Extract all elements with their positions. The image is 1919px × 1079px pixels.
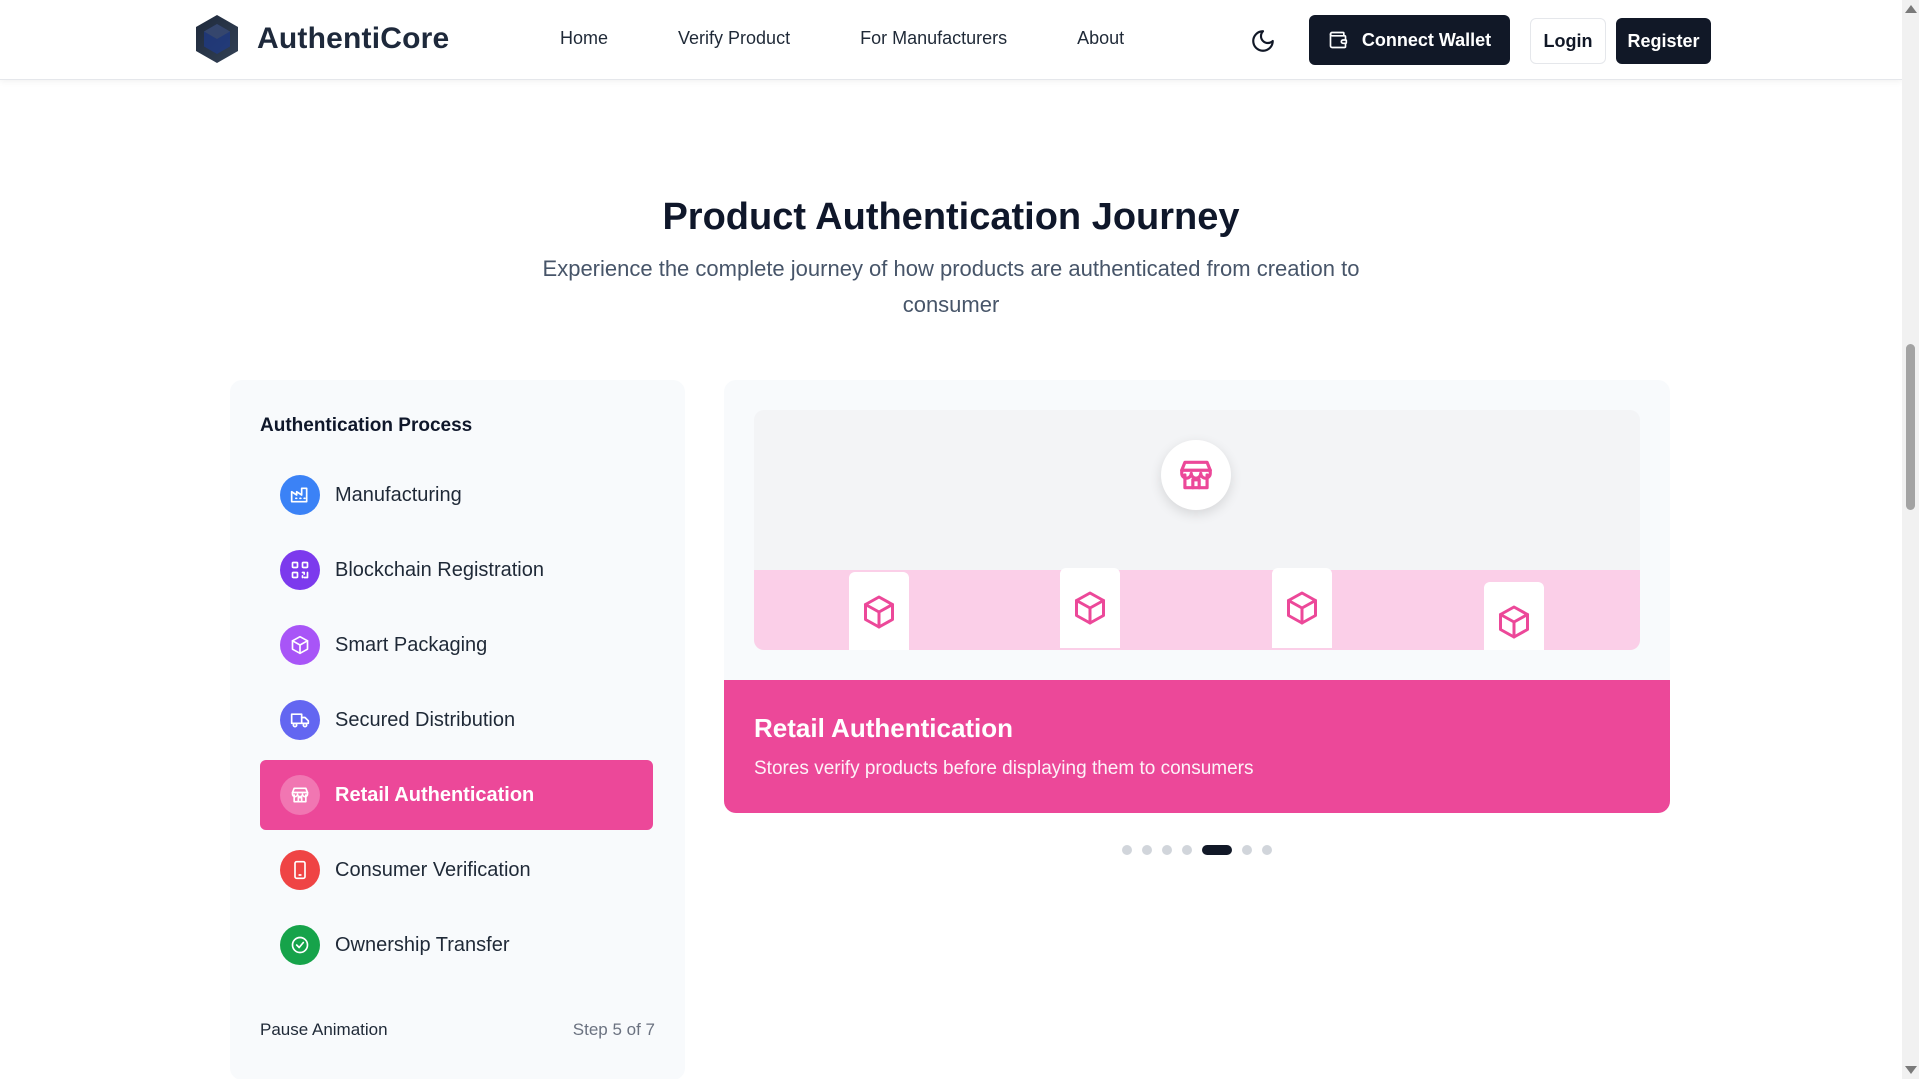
- qr-code-icon: [280, 550, 320, 590]
- scrollbar-thumb[interactable]: [1906, 344, 1915, 510]
- package-icon: [849, 572, 909, 650]
- page-subtitle: Experience the complete journey of how p…: [542, 256, 1360, 317]
- package-icon: [1060, 568, 1120, 648]
- step-list: Manufacturing Blockchain Registration Sm…: [260, 460, 653, 985]
- pause-animation-button[interactable]: Pause Animation: [260, 1020, 388, 1040]
- register-button[interactable]: Register: [1616, 18, 1711, 64]
- moon-icon[interactable]: [1250, 28, 1276, 54]
- main-nav: Home Verify Product For Manufacturers Ab…: [560, 28, 1124, 49]
- connect-wallet-button[interactable]: Connect Wallet: [1309, 15, 1510, 65]
- step-consumer-verification[interactable]: Consumer Verification: [260, 835, 653, 905]
- step-detail-description: Stores verify products before displaying…: [754, 758, 1254, 779]
- step-counter: Step 5 of 7: [572, 1020, 655, 1039]
- carousel-dot[interactable]: [1142, 845, 1152, 855]
- package-icon: [280, 625, 320, 665]
- site-header: AuthentiCore Home Verify Product For Man…: [0, 0, 1902, 80]
- carousel-dot[interactable]: [1122, 845, 1132, 855]
- step-label: Manufacturing: [335, 483, 462, 506]
- page-scrollbar[interactable]: [1902, 0, 1919, 1079]
- step-label: Smart Packaging: [335, 633, 488, 656]
- hexagon-logo-icon: [196, 15, 238, 63]
- package-icon: [1484, 582, 1544, 650]
- panel-footer: Pause Animation Step 5 of 7: [260, 1020, 655, 1040]
- brand-name: AuthentiCore: [257, 22, 450, 55]
- retail-scene-illustration: [754, 410, 1640, 650]
- package-icon: [1272, 568, 1332, 648]
- smartphone-icon: [280, 850, 320, 890]
- step-label: Ownership Transfer: [335, 933, 510, 956]
- step-label: Blockchain Registration: [335, 558, 544, 581]
- panel-title: Authentication Process: [260, 415, 473, 436]
- check-circle-icon: [280, 925, 320, 965]
- step-detail-footer: Retail Authentication Stores verify prod…: [724, 680, 1670, 813]
- brand-logo[interactable]: AuthentiCore: [195, 14, 449, 64]
- carousel-dot[interactable]: [1242, 845, 1252, 855]
- step-label: Secured Distribution: [335, 708, 516, 731]
- step-ownership-transfer[interactable]: Ownership Transfer: [260, 910, 653, 980]
- truck-icon: [280, 700, 320, 740]
- factory-icon: [280, 475, 320, 515]
- login-button[interactable]: Login: [1530, 18, 1606, 64]
- carousel-dot[interactable]: [1262, 845, 1272, 855]
- step-blockchain-registration[interactable]: Blockchain Registration: [260, 535, 653, 605]
- nav-verify-product[interactable]: Verify Product: [678, 28, 790, 49]
- carousel-indicators: [1122, 845, 1272, 855]
- authentication-process-panel: Authentication Process Manufacturing Blo…: [230, 380, 685, 1079]
- step-retail-authentication[interactable]: Retail Authentication: [260, 760, 653, 830]
- store-icon: [1161, 440, 1231, 510]
- connect-wallet-label: Connect Wallet: [1361, 29, 1492, 50]
- step-label: Retail Authentication: [335, 783, 535, 806]
- nav-home[interactable]: Home: [560, 28, 608, 49]
- page-title: Product Authentication Journey: [662, 196, 1240, 238]
- step-smart-packaging[interactable]: Smart Packaging: [260, 610, 653, 680]
- step-detail-card: Retail Authentication Stores verify prod…: [724, 380, 1670, 813]
- step-label: Consumer Verification: [335, 858, 531, 881]
- scroll-up-arrow-icon[interactable]: [1905, 5, 1917, 13]
- step-detail-title: Retail Authentication: [754, 713, 1014, 743]
- step-manufacturing[interactable]: Manufacturing: [260, 460, 653, 530]
- scroll-down-arrow-icon[interactable]: [1905, 1066, 1917, 1074]
- nav-about[interactable]: About: [1077, 28, 1124, 49]
- nav-for-manufacturers[interactable]: For Manufacturers: [860, 28, 1007, 49]
- step-secured-distribution[interactable]: Secured Distribution: [260, 685, 653, 755]
- carousel-dot-active[interactable]: [1202, 845, 1232, 855]
- carousel-dot[interactable]: [1162, 845, 1172, 855]
- wallet-icon: [1329, 31, 1347, 49]
- carousel-dot[interactable]: [1182, 845, 1192, 855]
- store-icon: [280, 775, 320, 815]
